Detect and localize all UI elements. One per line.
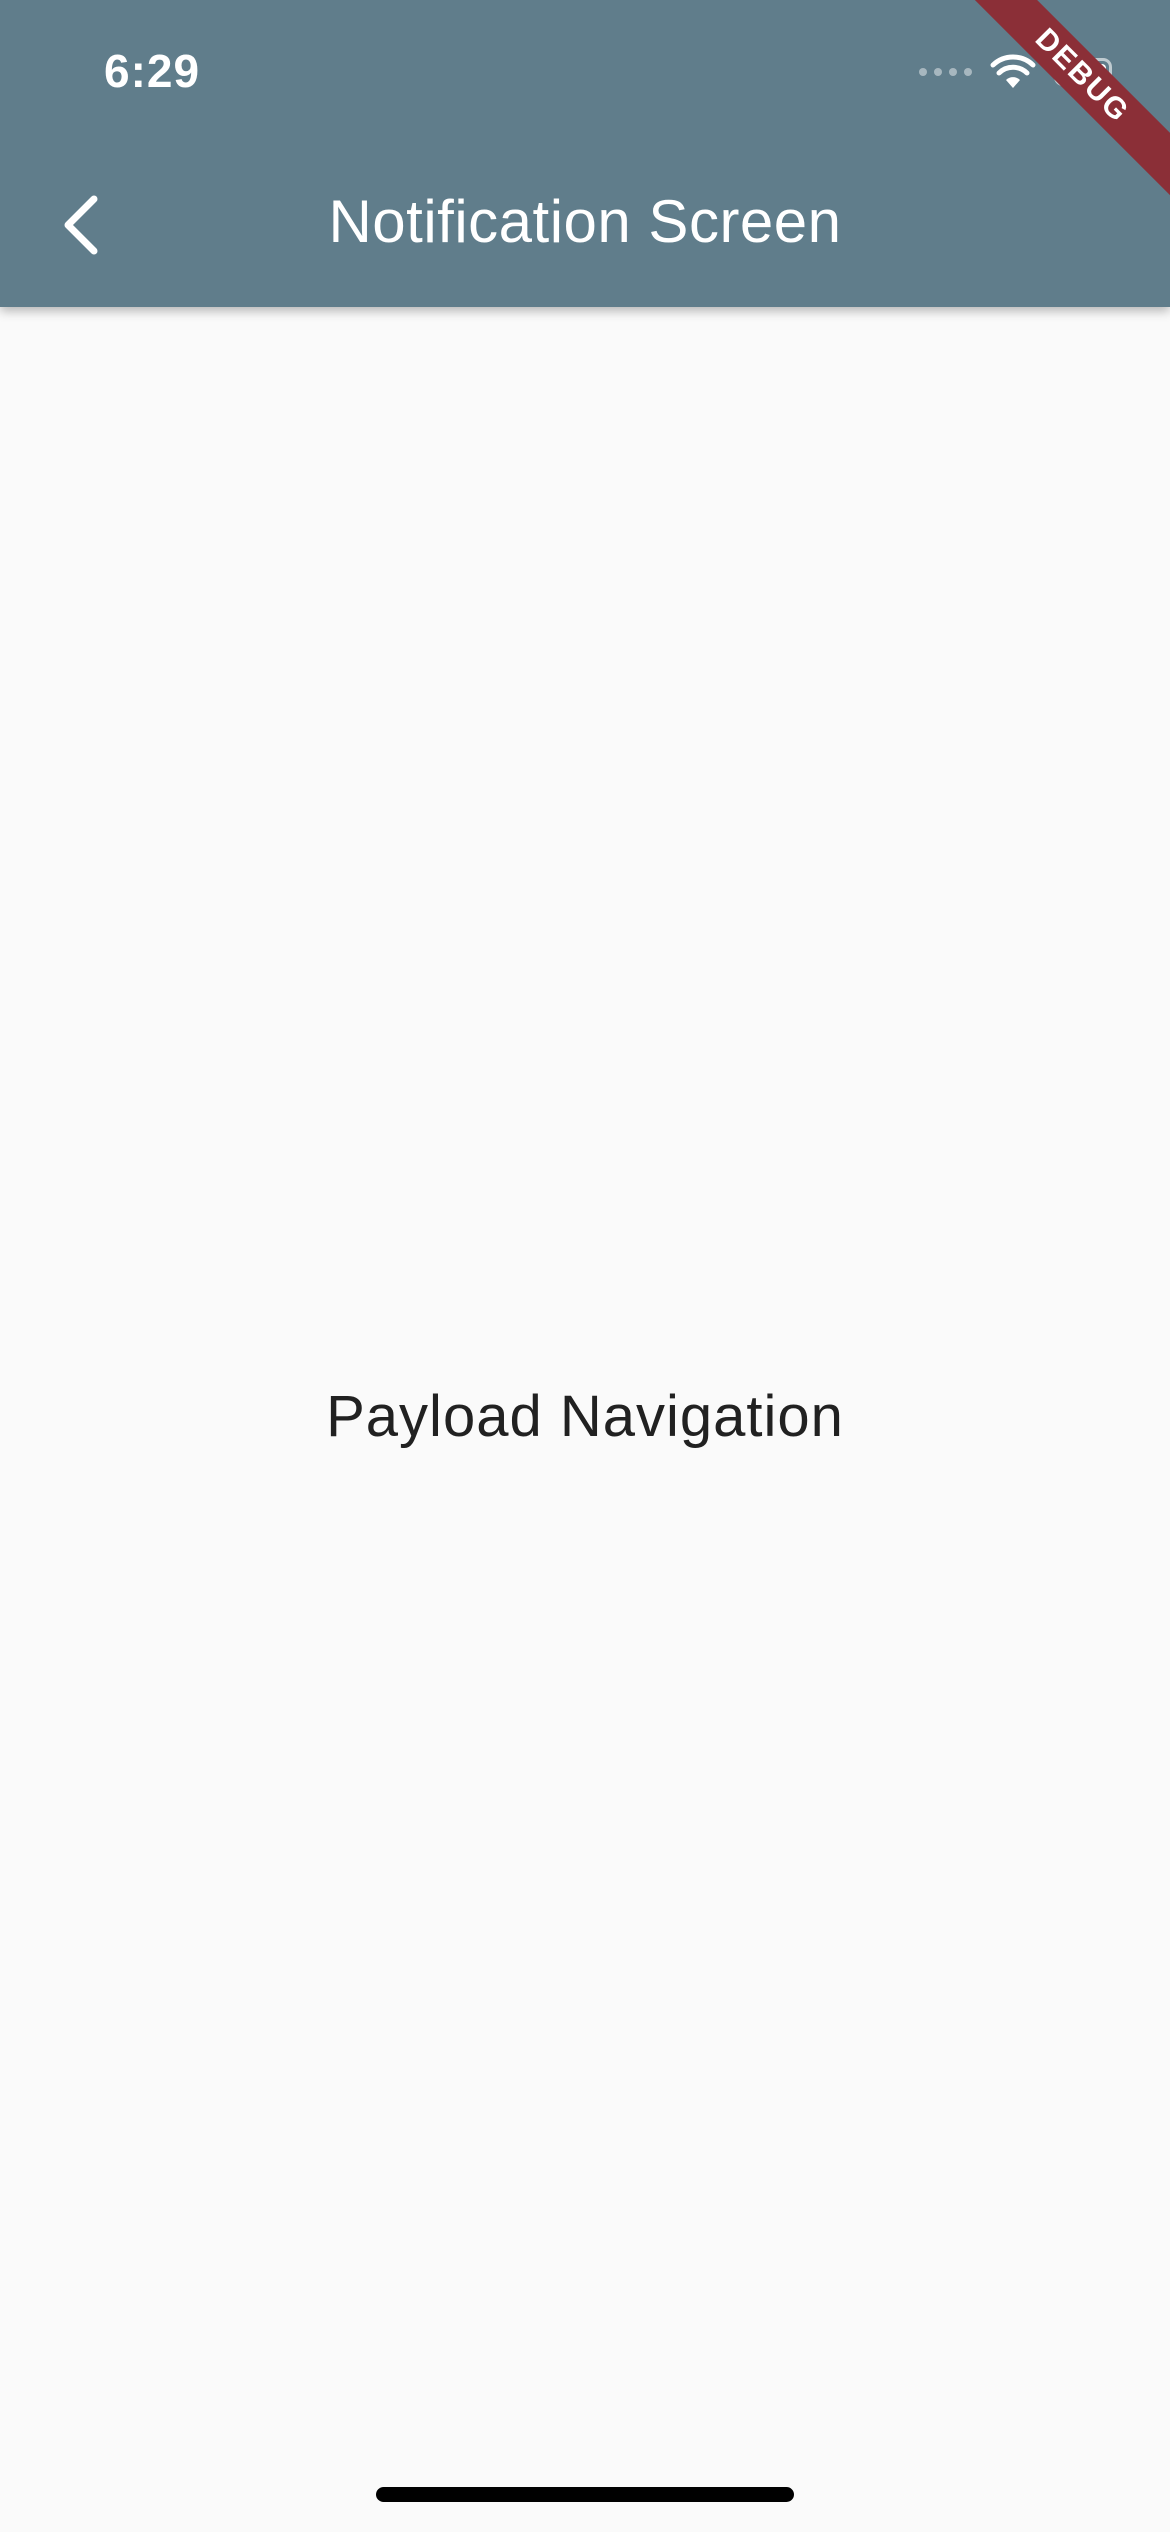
status-time: 6:29 [104,45,201,97]
status-icons [919,52,1112,92]
battery-icon [1054,58,1112,86]
wifi-icon [990,54,1036,88]
notification-screen: 6:29 Notification Screen DEBUG Payload N… [0,0,1170,2532]
payload-message: Payload Navigation [326,1384,844,1449]
home-indicator[interactable] [376,2487,794,2502]
app-bar: 6:29 Notification Screen [0,0,1170,307]
page-title: Notification Screen [328,188,842,255]
signal-icon [919,68,972,76]
